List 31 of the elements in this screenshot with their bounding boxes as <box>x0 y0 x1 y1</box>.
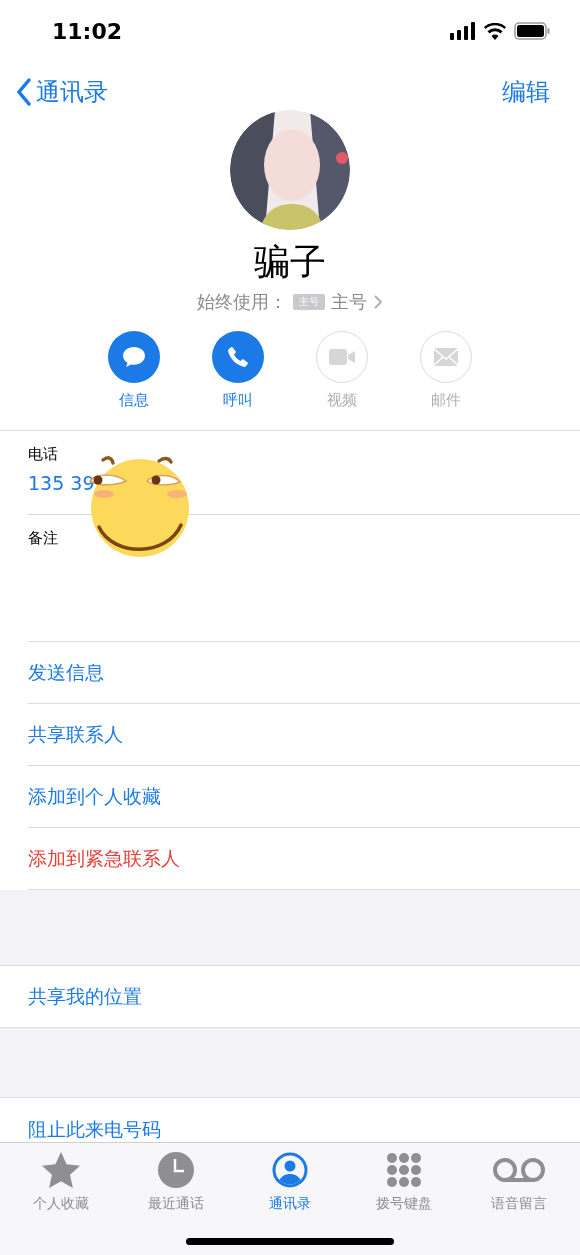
tab[interactable]: 通讯录 <box>239 1150 340 1214</box>
tab[interactable]: 拨号键盘 <box>354 1150 455 1214</box>
tab[interactable]: 个人收藏 <box>11 1150 112 1214</box>
voicemail-icon <box>491 1156 546 1183</box>
contact-name: 骗子 <box>254 240 326 284</box>
person-circle-icon <box>271 1151 308 1188</box>
video-camera-icon <box>328 347 356 367</box>
contact-action-link[interactable]: 添加到紧急联系人 <box>28 843 180 873</box>
contact-action-link[interactable]: 共享联系人 <box>28 719 123 749</box>
signal-icon <box>450 22 476 40</box>
block-caller-link[interactable]: 阻止此来电号码 <box>28 1115 161 1142</box>
phone-icon <box>226 345 250 369</box>
speech-bubble-icon <box>121 345 147 369</box>
back-button[interactable]: 通讯录 <box>16 74 108 110</box>
tab[interactable]: 最近通话 <box>125 1150 226 1214</box>
tab[interactable]: 语音留言 <box>468 1150 569 1214</box>
envelope-icon <box>433 347 459 367</box>
chevron-right-icon <box>373 293 383 310</box>
clock-icon <box>157 1151 194 1188</box>
notes-label: 备注 <box>28 527 59 549</box>
wifi-icon <box>484 22 506 40</box>
chevron-left-icon <box>16 78 32 106</box>
phone-label: 电话 <box>28 443 59 465</box>
battery-icon <box>514 22 550 40</box>
contact-action-link[interactable]: 添加到个人收藏 <box>28 781 161 811</box>
edit-button[interactable]: 编辑 <box>502 74 550 110</box>
contact-action-link[interactable]: 发送信息 <box>28 657 104 687</box>
status-time: 11:02 <box>52 17 123 46</box>
keypad-icon <box>386 1151 423 1188</box>
star-icon <box>41 1150 82 1189</box>
share-location-link[interactable]: 共享我的位置 <box>28 981 142 1011</box>
